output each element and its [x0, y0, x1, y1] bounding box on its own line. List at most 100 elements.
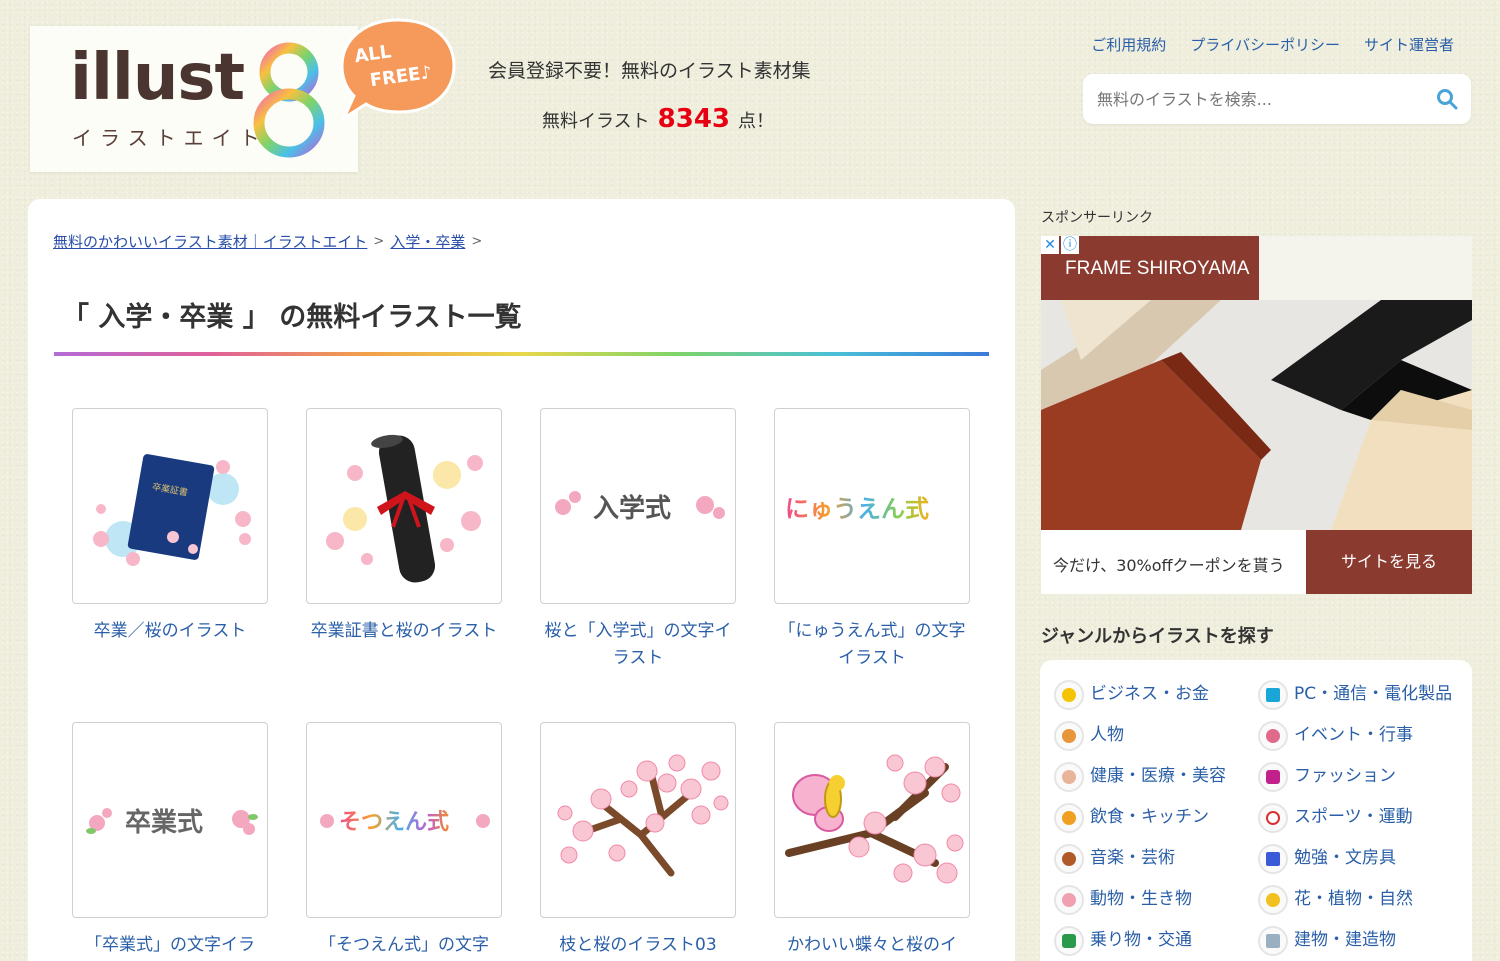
card-title[interactable]: 卒業／桜のイラスト: [72, 618, 268, 645]
genre-health[interactable]: 健康・医療・美容: [1054, 762, 1254, 792]
breadcrumb-current[interactable]: 入学・卒業: [390, 231, 465, 252]
count-prefix: 無料イラスト: [542, 111, 650, 132]
card-title[interactable]: 卒業証書と桜のイラスト: [306, 618, 502, 645]
genre-heading: ジャンルからイラストを探す: [1041, 626, 1274, 647]
card-title[interactable]: 「卒業式」の文字イラ: [72, 932, 268, 959]
genre-music[interactable]: 音楽・芸術: [1054, 844, 1254, 874]
ad-close-icon[interactable]: ✕: [1041, 236, 1059, 254]
pencils-icon: [1258, 844, 1288, 874]
breadcrumb-home[interactable]: 無料のかわいいイラスト素材｜イラストエイト: [53, 231, 367, 252]
coins-icon: [1054, 680, 1084, 710]
genre-label[interactable]: 動物・生き物: [1090, 885, 1192, 908]
genre-label[interactable]: ファッション: [1294, 762, 1396, 785]
nyuuen-text-icon: にゅうえん式: [785, 495, 929, 523]
genre-label[interactable]: 飲食・キッチン: [1090, 803, 1209, 826]
butterfly-cherry-icon: [785, 754, 964, 884]
card-title[interactable]: 桜と「入学式」の文字イラスト: [540, 618, 736, 672]
genre-study[interactable]: 勉強・文房具: [1258, 844, 1458, 874]
genre-label[interactable]: 建物・建造物: [1294, 926, 1396, 949]
title-underline: [54, 352, 989, 356]
card-thumbnail[interactable]: [306, 408, 502, 604]
card-title[interactable]: かわいい蝶々と桜のイ: [774, 932, 970, 959]
genre-list: ビジネス・お金 PC・通信・電化製品 人物 イベント・行事 健康・医療・美容 フ…: [1040, 660, 1472, 961]
breadcrumb: 無料のかわいいイラスト素材｜イラストエイト > 入学・卒業 >: [53, 231, 488, 252]
ad-visit-button[interactable]: サイトを見る: [1306, 530, 1472, 594]
illustration-card[interactable]: 卒業証書 卒業／桜のイラスト: [72, 408, 268, 645]
site-operator-link[interactable]: サイト運営者: [1364, 34, 1454, 55]
genre-business[interactable]: ビジネス・お金: [1054, 680, 1254, 710]
event-icon: [1258, 721, 1288, 751]
genre-food[interactable]: 飲食・キッチン: [1054, 803, 1254, 833]
genre-sports[interactable]: スポーツ・運動: [1258, 803, 1458, 833]
site-logo[interactable]: illust イラストエイト: [30, 26, 358, 172]
frame-photo-icon[interactable]: [1041, 300, 1472, 530]
racket-icon: [1258, 803, 1288, 833]
genre-label[interactable]: 人物: [1090, 721, 1124, 744]
genre-label[interactable]: 音楽・芸術: [1090, 844, 1175, 867]
sotsuen-text-icon: そつえん式: [320, 810, 490, 835]
card-title[interactable]: 枝と桜のイラスト03: [540, 932, 736, 959]
building-icon: [1258, 926, 1288, 956]
rabbit-icon: [1054, 885, 1084, 915]
search-input[interactable]: [1097, 86, 1417, 112]
genre-people[interactable]: 人物: [1054, 721, 1254, 751]
health-icon: [1054, 762, 1084, 792]
illustration-card[interactable]: そつえん式 「そつえん式」の文字: [306, 722, 502, 959]
breadcrumb-separator: >: [471, 234, 483, 249]
genre-label[interactable]: 勉強・文房具: [1294, 844, 1396, 867]
card-thumbnail[interactable]: そつえん式: [306, 722, 502, 918]
card-thumbnail[interactable]: にゅうえん式: [774, 408, 970, 604]
card-title[interactable]: 「にゅうえん式」の文字イラスト: [774, 618, 970, 672]
illustration-card[interactable]: かわいい蝶々と桜のイ: [774, 722, 970, 959]
card-thumbnail[interactable]: [774, 722, 970, 918]
genre-buildings[interactable]: 建物・建造物: [1258, 926, 1458, 956]
entrance-ceremony-text-icon: 入学式: [555, 491, 725, 524]
art-text: にゅうえん式: [785, 495, 929, 523]
genre-animals[interactable]: 動物・生き物: [1054, 885, 1254, 915]
illustration-card[interactable]: 卒業式 「卒業式」の文字イラ: [72, 722, 268, 959]
genre-nature[interactable]: 花・植物・自然: [1258, 885, 1458, 915]
privacy-policy-link[interactable]: プライバシーポリシー: [1190, 34, 1340, 55]
card-thumbnail[interactable]: 卒業式: [72, 722, 268, 918]
monitor-icon: [1258, 680, 1288, 710]
illustration-card[interactable]: にゅうえん式 「にゅうえん式」の文字イラスト: [774, 408, 970, 672]
search-box: [1083, 74, 1471, 124]
art-text: そつえん式: [339, 810, 449, 835]
card-title[interactable]: 「そつえん式」の文字: [306, 932, 502, 959]
diploma-folder-icon: 卒業証書: [93, 454, 251, 566]
card-thumbnail[interactable]: 入学式: [540, 408, 736, 604]
illustration-card[interactable]: 卒業証書と桜のイラスト: [306, 408, 502, 645]
search-icon[interactable]: [1435, 87, 1459, 111]
ad-info-icon[interactable]: ⓘ: [1061, 236, 1079, 254]
graduation-text-icon: 卒業式: [86, 807, 258, 838]
site-tagline: 会員登録不要！無料のイラスト素材集: [488, 60, 811, 82]
genre-label[interactable]: PC・通信・電化製品: [1294, 680, 1454, 703]
illustration-card[interactable]: 枝と桜のイラスト03: [540, 722, 736, 959]
flower-icon: [1258, 885, 1288, 915]
genre-label[interactable]: イベント・行事: [1294, 721, 1413, 744]
art-text: 卒業式: [125, 807, 203, 838]
breadcrumb-separator: >: [373, 234, 385, 249]
genre-label[interactable]: スポーツ・運動: [1294, 803, 1413, 826]
art-text: 入学式: [593, 493, 671, 524]
genre-label[interactable]: 花・植物・自然: [1294, 885, 1413, 908]
lipstick-icon: [1258, 762, 1288, 792]
top-links: ご利用規約 プライバシーポリシー サイト運営者: [1091, 34, 1454, 55]
genre-label[interactable]: 健康・医療・美容: [1090, 762, 1226, 785]
genre-label[interactable]: 乗り物・交通: [1090, 926, 1192, 949]
diploma-scroll-icon: [326, 434, 483, 583]
terms-link[interactable]: ご利用規約: [1091, 34, 1166, 55]
genre-label[interactable]: ビジネス・お金: [1090, 680, 1209, 703]
genre-events[interactable]: イベント・行事: [1258, 721, 1458, 751]
count-suffix: 点！: [738, 111, 775, 132]
advertisement[interactable]: FRAME SHIROYAMA ✕ ⓘ 今だけ、30%offクーポンを貰う サイ…: [1041, 236, 1472, 594]
illustration-card[interactable]: 入学式 桜と「入学式」の文字イラスト: [540, 408, 736, 672]
card-thumbnail[interactable]: 卒業証書: [72, 408, 268, 604]
genre-pc[interactable]: PC・通信・電化製品: [1258, 680, 1458, 710]
genre-vehicles[interactable]: 乗り物・交通: [1054, 926, 1254, 956]
cherry-branch-icon: [557, 754, 729, 877]
car-icon: [1054, 926, 1084, 956]
genre-fashion[interactable]: ファッション: [1258, 762, 1458, 792]
ad-text[interactable]: 今だけ、30%offクーポンを貰う: [1053, 552, 1285, 576]
card-thumbnail[interactable]: [540, 722, 736, 918]
